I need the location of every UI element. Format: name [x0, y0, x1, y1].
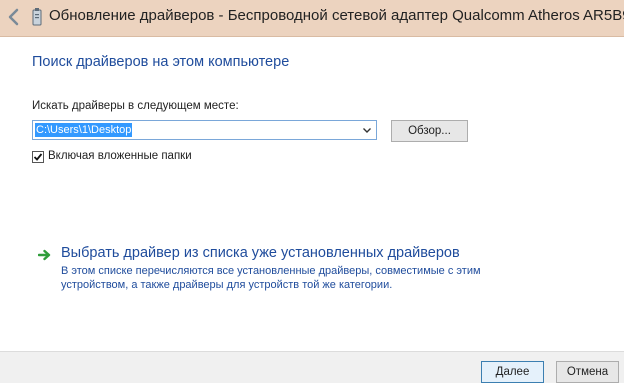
- window-title: Обновление драйверов - Беспроводной сете…: [49, 7, 624, 24]
- title-bar: Обновление драйверов - Беспроводной сете…: [0, 0, 624, 37]
- browse-button[interactable]: Обзор...: [391, 120, 468, 142]
- path-input-value[interactable]: C:\Users\1\Desktop: [35, 123, 133, 137]
- driver-update-window: Обновление драйверов - Беспроводной сете…: [0, 0, 624, 383]
- page-heading: Поиск драйверов на этом компьютере: [32, 54, 290, 70]
- chevron-down-icon[interactable]: [361, 124, 373, 136]
- pick-from-list-description: В этом списке перечисляются все установл…: [61, 265, 481, 291]
- path-combobox[interactable]: C:\Users\1\Desktop: [32, 120, 377, 140]
- green-arrow-icon[interactable]: [38, 249, 52, 261]
- checkmark-icon: [33, 153, 43, 161]
- search-location-label: Искать драйверы в следующем месте:: [32, 100, 239, 112]
- include-subfolders-checkbox[interactable]: [32, 151, 44, 163]
- network-adapter-icon: [32, 8, 42, 26]
- include-subfolders-label[interactable]: Включая вложенные папки: [48, 150, 192, 162]
- pick-from-list-link[interactable]: Выбрать драйвер из списка уже установлен…: [61, 245, 460, 261]
- cancel-button[interactable]: Отмена: [556, 361, 619, 383]
- next-button[interactable]: Далее: [481, 361, 544, 383]
- back-arrow-icon[interactable]: [6, 7, 20, 27]
